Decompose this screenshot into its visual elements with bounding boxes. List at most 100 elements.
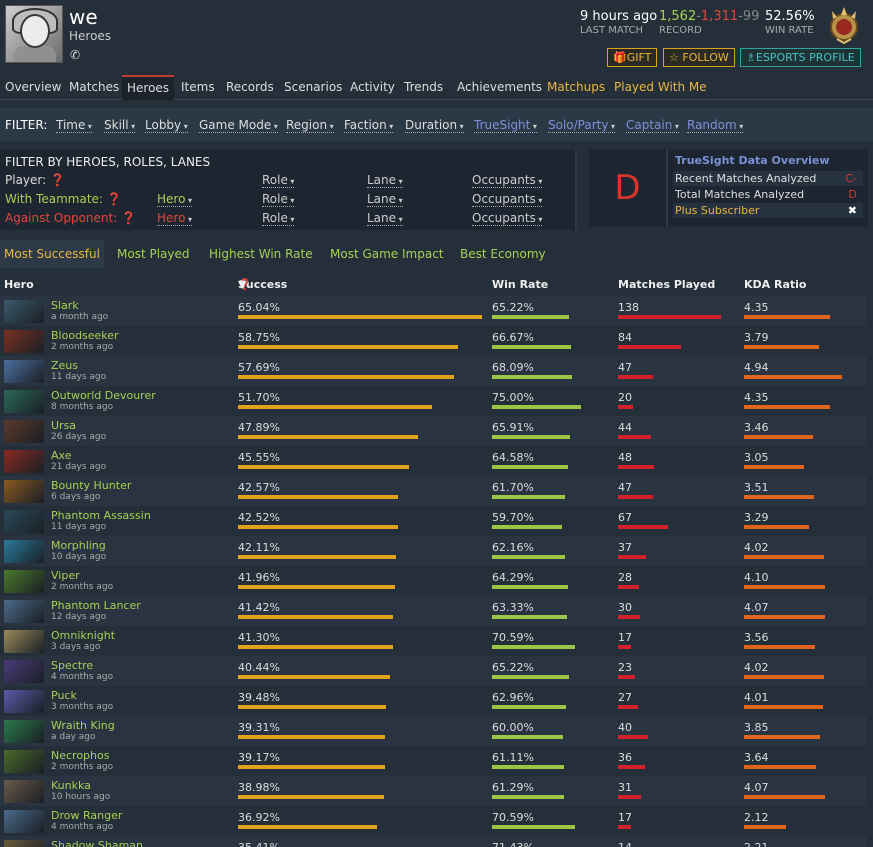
truesight-title[interactable]: TrueSight Data Overview: [675, 154, 830, 167]
table-row[interactable]: Phantom Assassin 11 days ago 42.52% 59.70% 6…: [0, 506, 867, 536]
header-matches-played[interactable]: Matches Played: [618, 278, 715, 291]
player-occupants-dropdown[interactable]: Occupants: [472, 173, 543, 188]
table-row[interactable]: Ursa 26 days ago 47.89% 65.91% 44 3.46: [0, 416, 867, 446]
table-row[interactable]: Bloodseeker 2 months ago 58.75% 66.67% 84 3.7…: [0, 326, 867, 356]
table-row[interactable]: Viper 2 months ago 41.96% 64.29% 28 4.10: [0, 566, 867, 596]
hero-portrait-icon[interactable]: [4, 510, 44, 533]
filter-game-mode[interactable]: Game Mode: [199, 108, 278, 142]
hero-portrait-icon[interactable]: [4, 450, 44, 473]
teammate-occupants-dropdown[interactable]: Occupants: [472, 192, 543, 207]
hero-name[interactable]: Kunkka: [51, 779, 91, 792]
hero-name[interactable]: Wraith King: [51, 719, 115, 732]
table-row[interactable]: Axe 21 days ago 45.55% 64.58% 48 3.05: [0, 446, 867, 476]
hero-portrait-icon[interactable]: [4, 540, 44, 563]
opponent-occupants-dropdown[interactable]: Occupants: [472, 211, 543, 226]
tab-matches[interactable]: Matches: [64, 75, 124, 100]
hero-name[interactable]: Zeus: [51, 359, 78, 372]
esports-profile-button[interactable]: ♗ESPORTS PROFILE: [740, 48, 861, 67]
hero-name[interactable]: Morphling: [51, 539, 106, 552]
hero-name[interactable]: Puck: [51, 689, 77, 702]
tab-most-game-impact[interactable]: Most Game Impact: [326, 240, 448, 268]
hero-name[interactable]: Shadow Shaman: [51, 839, 143, 847]
table-row[interactable]: Wraith King a day ago 39.31% 60.00% 40 3.85: [0, 716, 867, 746]
filter-duration[interactable]: Duration: [405, 108, 464, 142]
hero-name[interactable]: Axe: [51, 449, 71, 462]
opponent-hero-dropdown[interactable]: Hero: [157, 211, 192, 226]
teammate-hero-dropdown[interactable]: Hero: [157, 192, 192, 207]
header-kda-ratio[interactable]: KDA Ratio: [744, 278, 806, 291]
tab-heroes[interactable]: Heroes: [122, 75, 175, 100]
table-row[interactable]: Zeus 11 days ago 57.69% 68.09% 47 4.94: [0, 356, 867, 386]
table-row[interactable]: Morphling 10 days ago 42.11% 62.16% 37 4.02: [0, 536, 867, 566]
hero-portrait-icon[interactable]: [4, 780, 44, 803]
tab-achievements[interactable]: Achievements: [452, 75, 547, 100]
hero-portrait-icon[interactable]: [4, 300, 44, 323]
filter-truesight[interactable]: TrueSight: [474, 108, 537, 142]
table-row[interactable]: Bounty Hunter 6 days ago 42.57% 61.70% 47 3.5…: [0, 476, 867, 506]
tab-records[interactable]: Records: [221, 75, 279, 100]
hero-name[interactable]: Bloodseeker: [51, 329, 119, 342]
table-row[interactable]: Phantom Lancer 12 days ago 41.42% 63.33% 30 4…: [0, 596, 867, 626]
hero-portrait-icon[interactable]: [4, 750, 44, 773]
filter-time[interactable]: Time: [56, 108, 92, 142]
table-row[interactable]: Spectre 4 months ago 40.44% 65.22% 23 4.02: [0, 656, 867, 686]
filter-solo-party[interactable]: Solo/Party: [548, 108, 616, 142]
hero-name[interactable]: Phantom Assassin: [51, 509, 151, 522]
teammate-role-dropdown[interactable]: Role: [262, 192, 295, 207]
tab-items[interactable]: Items: [176, 75, 220, 100]
help-icon[interactable]: ❓: [50, 173, 65, 187]
header-win-rate[interactable]: Win Rate: [492, 278, 548, 291]
table-row[interactable]: Omniknight 3 days ago 41.30% 70.59% 17 3.56: [0, 626, 867, 656]
table-row[interactable]: Shadow Shaman 35.41% 71.43% 14 2.21: [0, 836, 867, 847]
tab-overview[interactable]: Overview: [0, 75, 67, 100]
hero-portrait-icon[interactable]: [4, 630, 44, 653]
tab-matchups[interactable]: Matchups: [542, 75, 610, 100]
hero-portrait-icon[interactable]: [4, 420, 44, 443]
hero-name[interactable]: Ursa: [51, 419, 76, 432]
hero-name[interactable]: Spectre: [51, 659, 93, 672]
filter-lobby[interactable]: Lobby: [145, 108, 188, 142]
help-icon[interactable]: ❓: [121, 211, 136, 225]
hero-portrait-icon[interactable]: [4, 720, 44, 743]
tab-highest-win-rate[interactable]: Highest Win Rate: [205, 240, 317, 268]
hero-name[interactable]: Drow Ranger: [51, 809, 122, 822]
hero-name[interactable]: Phantom Lancer: [51, 599, 141, 612]
hero-portrait-icon[interactable]: [4, 480, 44, 503]
gift-button[interactable]: 🎁GIFT: [607, 48, 658, 67]
hero-portrait-icon[interactable]: [4, 330, 44, 353]
hero-portrait-icon[interactable]: [4, 390, 44, 413]
filter-region[interactable]: Region: [286, 108, 334, 142]
filter-skill[interactable]: Skill: [104, 108, 136, 142]
opponent-lane-dropdown[interactable]: Lane: [367, 211, 403, 226]
player-role-dropdown[interactable]: Role: [262, 173, 295, 188]
hero-name[interactable]: Viper: [51, 569, 80, 582]
hero-name[interactable]: Omniknight: [51, 629, 115, 642]
tab-best-economy[interactable]: Best Economy: [456, 240, 550, 268]
tab-scenarios[interactable]: Scenarios: [279, 75, 347, 100]
teammate-lane-dropdown[interactable]: Lane: [367, 192, 403, 207]
hero-name[interactable]: Necrophos: [51, 749, 109, 762]
table-row[interactable]: Slark a month ago 65.04% 65.22% 138 4.35: [0, 296, 867, 326]
player-lane-dropdown[interactable]: Lane: [367, 173, 403, 188]
avatar[interactable]: [5, 5, 63, 63]
tab-activity[interactable]: Activity: [345, 75, 400, 100]
tab-trends[interactable]: Trends: [399, 75, 448, 100]
filter-captain[interactable]: Captain: [626, 108, 679, 142]
opponent-role-dropdown[interactable]: Role: [262, 211, 295, 226]
table-row[interactable]: Puck 3 months ago 39.48% 62.96% 27 4.01: [0, 686, 867, 716]
hero-portrait-icon[interactable]: [4, 810, 44, 833]
hero-portrait-icon[interactable]: [4, 690, 44, 713]
tab-most-played[interactable]: Most Played: [113, 240, 194, 268]
help-icon[interactable]: ❓: [107, 192, 122, 206]
hero-portrait-icon[interactable]: [4, 600, 44, 623]
table-row[interactable]: Drow Ranger 4 months ago 36.92% 70.59% 17 2.1…: [0, 806, 867, 836]
tab-played-with-me[interactable]: Played With Me: [609, 75, 712, 100]
hero-name[interactable]: Outworld Devourer: [51, 389, 156, 402]
table-row[interactable]: Necrophos 2 months ago 39.17% 61.11% 36 3.64: [0, 746, 867, 776]
table-row[interactable]: Kunkka 10 hours ago 38.98% 61.29% 31 4.07: [0, 776, 867, 806]
header-hero[interactable]: Hero: [4, 278, 34, 291]
hero-portrait-icon[interactable]: [4, 570, 44, 593]
hero-portrait-icon[interactable]: [4, 840, 44, 847]
tab-most-successful[interactable]: Most Successful: [0, 240, 104, 268]
filter-random[interactable]: Random: [687, 108, 744, 142]
